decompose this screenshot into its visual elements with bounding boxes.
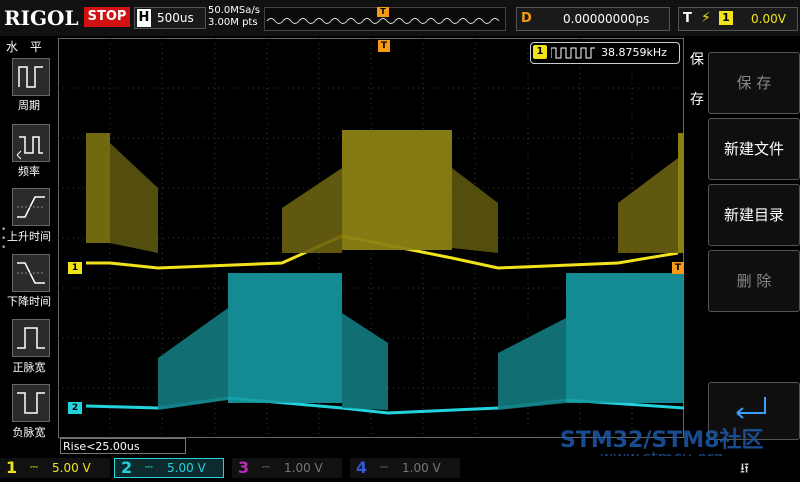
- waveform-grid: [58, 38, 685, 438]
- period-label: 周期: [18, 99, 40, 112]
- channel-3-number: 3: [238, 458, 250, 477]
- new-file-button[interactable]: 新建文件: [708, 118, 800, 180]
- period-icon: [18, 66, 43, 88]
- pulse-train-icon: [551, 47, 595, 59]
- acquisition-info: 50.0MSa/s 3.00M pts: [208, 5, 260, 29]
- channel-4-dc-icon: ⎓: [380, 462, 388, 473]
- frequency-measurement[interactable]: 1 38.8759kHz: [530, 42, 680, 64]
- new-folder-button[interactable]: 新建目录: [708, 184, 800, 246]
- edge-trigger-icon: ⚡: [701, 10, 711, 26]
- period-button[interactable]: [12, 58, 50, 96]
- channel-1-scale: 5.00 V: [52, 461, 91, 475]
- save-sidebar: 保存 保 存 新建文件 新建目录 删 除: [684, 36, 800, 456]
- channel-3-box[interactable]: 3 ⎓ 1.00 V: [232, 458, 342, 478]
- channel-4-box[interactable]: 4 ⎓ 1.00 V: [350, 458, 460, 478]
- trigger-box[interactable]: T ⚡ 1 0.00V: [678, 7, 798, 31]
- channel-1-number: 1: [6, 458, 18, 477]
- fall-time-icon: [17, 262, 45, 284]
- positive-width-icon: [17, 327, 45, 349]
- measurement-channel: 1: [533, 45, 547, 59]
- negative-width-label: 负脉宽: [12, 426, 46, 439]
- channel-1-box[interactable]: 1 ⎓ 5.00 V: [0, 458, 110, 478]
- channel-2-box[interactable]: 2 ⎓ 5.00 V: [114, 458, 224, 478]
- rise-time-label: 上升时间: [7, 230, 51, 243]
- rise-time-icon: [17, 196, 45, 218]
- frequency-label: 频率: [18, 165, 40, 178]
- trigger-level: 0.00V: [751, 12, 786, 26]
- channel-1-dc-icon: ⎓: [30, 462, 38, 473]
- measure-sidebar: 水 平 周期 频率 • • • 上升时间 下降时间 正脉宽 负脉宽: [0, 36, 58, 456]
- rise-time-readout: Rise<25.00us: [60, 438, 186, 454]
- frequency-button[interactable]: [12, 124, 50, 162]
- delete-button[interactable]: 删 除: [708, 250, 800, 312]
- channel-2-scale: 5.00 V: [167, 461, 206, 475]
- fall-time-label: 下降时间: [7, 295, 51, 308]
- waveform-display[interactable]: 1 2 T T: [58, 38, 685, 438]
- channel-2-offset-marker[interactable]: 2: [68, 402, 82, 414]
- sidebar-title: 水 平: [6, 40, 46, 54]
- measurement-value: 38.8759kHz: [601, 46, 667, 59]
- delay-box[interactable]: D 0.00000000ps: [516, 7, 670, 31]
- positive-width-label: 正脉宽: [12, 361, 46, 374]
- sample-rate: 50.0MSa/s: [208, 5, 260, 16]
- timebase-value: 500us: [157, 11, 194, 25]
- positive-width-button[interactable]: [12, 319, 50, 357]
- usb-icon: ⭿: [740, 461, 750, 477]
- memory-depth: 3.00M pts: [208, 17, 258, 28]
- save-menu-title: 保存: [690, 52, 704, 108]
- memory-overview-bar[interactable]: T: [264, 7, 506, 31]
- channel-1-offset-marker[interactable]: 1: [68, 262, 82, 274]
- trigger-time-marker[interactable]: T: [378, 40, 390, 52]
- channel-4-number: 4: [356, 458, 368, 477]
- channel-2-number: 2: [121, 458, 133, 477]
- top-status-bar: RIGOL STOP H 500us 50.0MSa/s 3.00M pts T…: [0, 0, 800, 36]
- trigger-source: 1: [719, 11, 733, 25]
- frequency-icon: [16, 136, 43, 160]
- run-stop-indicator[interactable]: STOP: [84, 7, 130, 27]
- negative-width-icon: [17, 392, 45, 414]
- brand-logo: RIGOL: [4, 6, 79, 30]
- trigger-level-marker[interactable]: T: [672, 262, 684, 274]
- channel-4-scale: 1.00 V: [402, 461, 441, 475]
- channel-bar: 1 ⎓ 5.00 V 2 ⎓ 5.00 V 3 ⎓ 1.00 V 4 ⎓ 1.0…: [0, 456, 800, 480]
- trigger-label: T: [683, 11, 692, 26]
- channel-3-scale: 1.00 V: [284, 461, 323, 475]
- trigger-position-marker[interactable]: T: [377, 7, 389, 17]
- channel-2-dc-icon: ⎓: [145, 462, 153, 473]
- delay-value: 0.00000000ps: [563, 12, 650, 26]
- save-button[interactable]: 保 存: [708, 52, 800, 114]
- negative-width-button[interactable]: [12, 384, 50, 422]
- rise-time-button[interactable]: [12, 188, 50, 226]
- delay-label: D: [521, 11, 532, 26]
- channel-3-dc-icon: ⎓: [262, 462, 270, 473]
- timebase-label: H: [137, 9, 151, 27]
- timebase-box[interactable]: H 500us: [134, 7, 206, 29]
- fall-time-button[interactable]: [12, 254, 50, 292]
